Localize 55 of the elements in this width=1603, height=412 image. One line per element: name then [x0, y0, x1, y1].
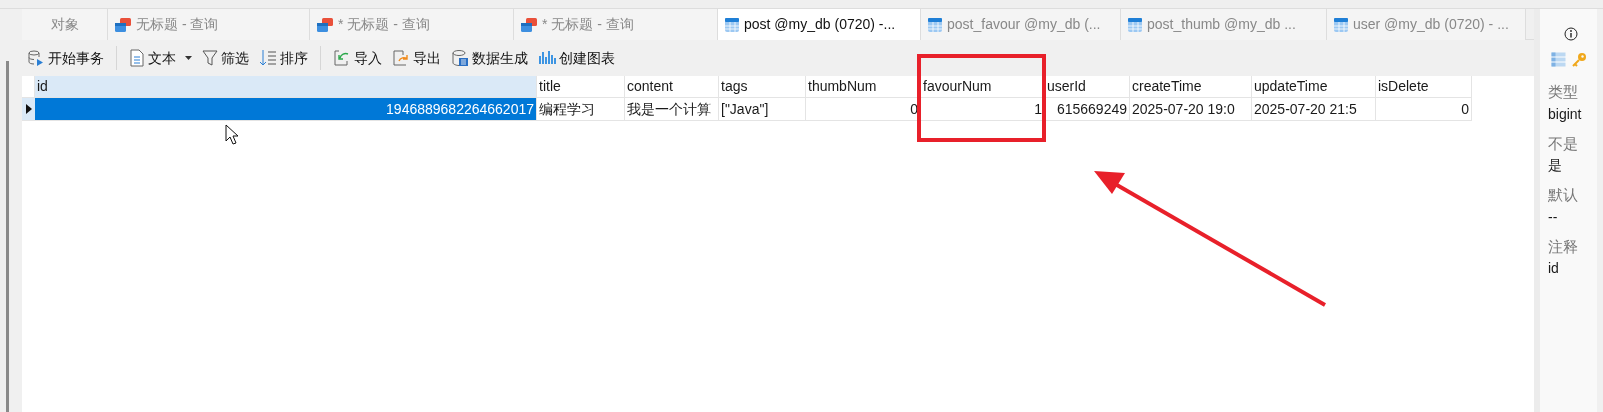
data-generator-icon	[451, 49, 469, 67]
table-cell[interactable]: 编程学习	[537, 98, 625, 121]
table-icon	[1127, 16, 1143, 33]
column-header[interactable]: title	[537, 76, 625, 98]
field-label: 默认	[1548, 185, 1579, 205]
field-value: 是	[1548, 156, 1563, 175]
table-icon	[1551, 52, 1566, 67]
toolbar-button[interactable]: 开始事务	[24, 45, 107, 71]
sort-icon	[259, 49, 277, 67]
key-icon	[1572, 52, 1587, 67]
field-value: bigint	[1548, 104, 1583, 124]
toolbar-button[interactable]: 导出	[389, 45, 444, 71]
query-icon	[520, 16, 538, 33]
query-icon	[114, 16, 132, 33]
column-header[interactable]: isDelete	[1376, 76, 1472, 98]
column-header[interactable]: tags	[719, 76, 806, 98]
field-label: 不是	[1548, 133, 1579, 154]
filter-icon	[202, 49, 218, 67]
cursor-icon	[225, 124, 239, 145]
column-header[interactable]: content	[625, 76, 719, 98]
column-header[interactable]: id	[35, 76, 537, 98]
field-value: id	[1548, 259, 1560, 278]
toolbar-button[interactable]: 文本	[126, 45, 195, 71]
field-label: 注释	[1548, 236, 1579, 257]
export-icon	[392, 49, 410, 67]
table-cell[interactable]: 1	[921, 98, 1045, 121]
field-label: 类型	[1548, 82, 1579, 102]
table-cell[interactable]: 0	[806, 98, 921, 121]
toolbar-button[interactable]: 排序	[256, 45, 311, 71]
row-header[interactable]	[22, 98, 35, 121]
toolbar-button[interactable]: 导入	[330, 45, 385, 71]
row-pointer-icon	[25, 104, 32, 114]
database-icon	[27, 49, 45, 67]
table-icon	[927, 16, 943, 33]
column-header[interactable]: userId	[1045, 76, 1130, 98]
column-header[interactable]: createTime	[1130, 76, 1252, 98]
toolbar-button[interactable]: 数据生成	[448, 45, 531, 71]
table-cell[interactable]: 2025-07-20 21:5	[1252, 98, 1376, 121]
table-cell[interactable]: 我是一个计算	[625, 98, 719, 121]
table-icon	[1333, 16, 1349, 33]
field-value: --	[1548, 207, 1559, 227]
table-cell[interactable]: 2025-07-20 19:0	[1130, 98, 1252, 121]
import-icon	[333, 49, 351, 67]
table-cell[interactable]: 615669249	[1045, 98, 1130, 121]
table-cell[interactable]: ["Java"]	[719, 98, 806, 121]
table-cell[interactable]: 0	[1376, 98, 1472, 121]
chart-icon	[538, 49, 556, 67]
tab[interactable]: post @my_db (0720) -...	[718, 9, 921, 40]
toolbar-button[interactable]: 筛选	[199, 45, 252, 71]
document-icon	[129, 49, 145, 67]
column-header[interactable]: updateTime	[1252, 76, 1376, 98]
table-icon	[724, 16, 740, 33]
table-cell[interactable]: 1946889682264662017	[35, 98, 537, 121]
toolbar-button[interactable]: 创建图表	[535, 45, 618, 71]
query-icon	[316, 16, 334, 33]
